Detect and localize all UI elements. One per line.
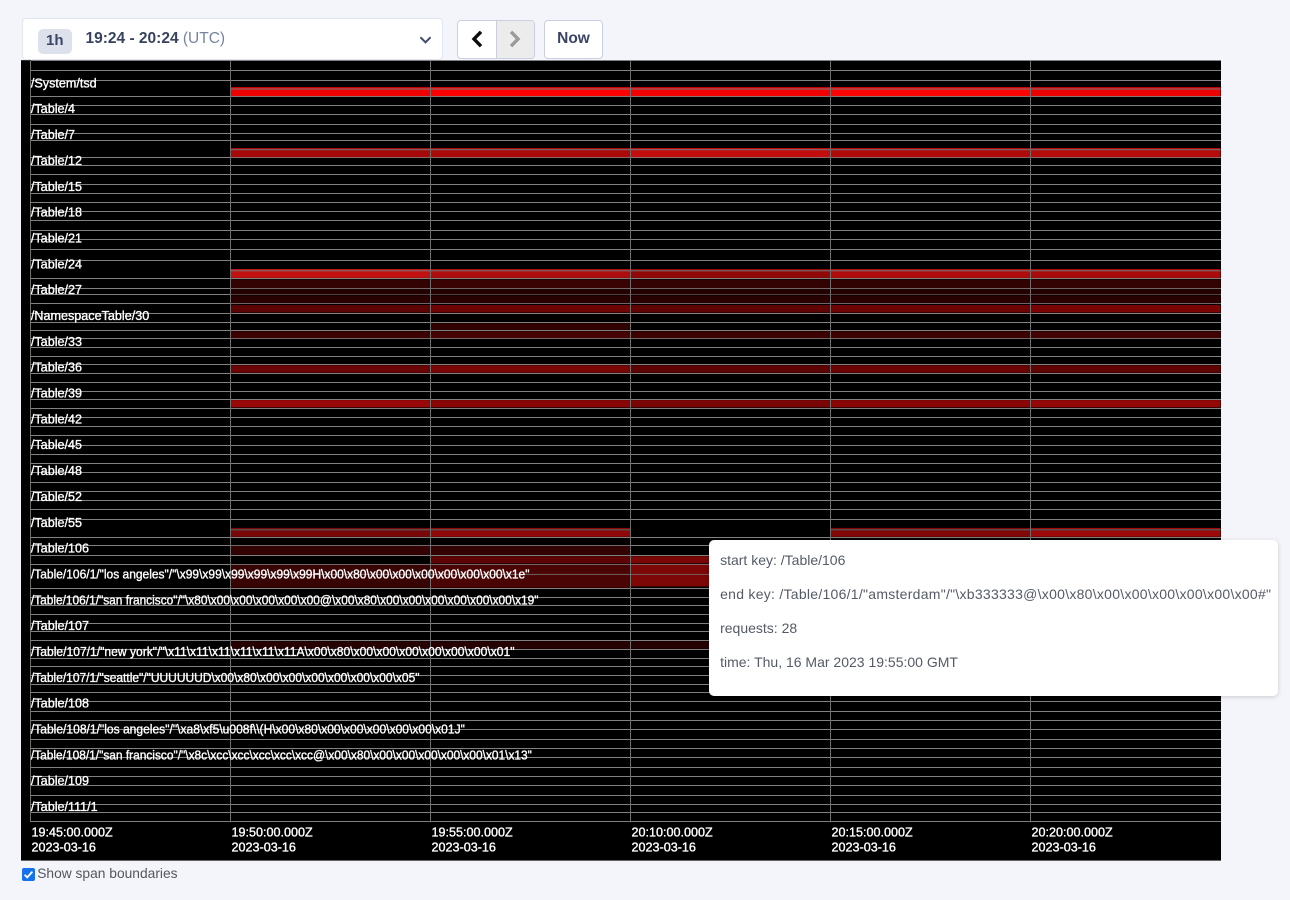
svg-text:/Table/52: /Table/52 bbox=[31, 490, 82, 504]
svg-text:/Table/4: /Table/4 bbox=[31, 102, 75, 116]
svg-text:/Table/45: /Table/45 bbox=[31, 438, 82, 452]
svg-text:19:45:00.000Z: 19:45:00.000Z bbox=[32, 826, 114, 840]
svg-text:/Table/108/1/"san francisco"/": /Table/108/1/"san francisco"/"\x8c\xcc\x… bbox=[31, 748, 532, 762]
svg-text:/System/tsd: /System/tsd bbox=[31, 76, 97, 90]
svg-text:2023-03-16: 2023-03-16 bbox=[232, 841, 296, 855]
svg-text:/Table/18: /Table/18 bbox=[31, 206, 82, 220]
svg-text:2023-03-16: 2023-03-16 bbox=[432, 841, 496, 855]
svg-text:2023-03-16: 2023-03-16 bbox=[632, 841, 696, 855]
svg-text:/Table/109: /Table/109 bbox=[31, 774, 89, 788]
svg-text:/Table/7: /Table/7 bbox=[31, 128, 75, 142]
svg-text:/Table/107: /Table/107 bbox=[31, 619, 89, 633]
svg-text:2023-03-16: 2023-03-16 bbox=[832, 841, 896, 855]
svg-text:/Table/107/1/"seattle"/"UUUUUU: /Table/107/1/"seattle"/"UUUUUUD\x00\x80\… bbox=[31, 671, 420, 685]
svg-text:/Table/33: /Table/33 bbox=[31, 335, 82, 349]
svg-text:/Table/21: /Table/21 bbox=[31, 232, 82, 246]
svg-text:/Table/15: /Table/15 bbox=[31, 180, 82, 194]
svg-text:/Table/106/1/"los angeles"/"\x: /Table/106/1/"los angeles"/"\x99\x99\x99… bbox=[31, 568, 530, 582]
svg-text:20:20:00.000Z: 20:20:00.000Z bbox=[1032, 826, 1114, 840]
svg-text:/Table/55: /Table/55 bbox=[31, 516, 82, 530]
svg-text:/Table/107/1/"new york"/"\x11\: /Table/107/1/"new york"/"\x11\x11\x11\x1… bbox=[31, 645, 515, 659]
svg-text:19:55:00.000Z: 19:55:00.000Z bbox=[432, 826, 514, 840]
svg-text:/Table/42: /Table/42 bbox=[31, 412, 82, 426]
svg-text:/Table/106: /Table/106 bbox=[31, 542, 89, 556]
svg-text:/Table/106/1/"san francisco"/": /Table/106/1/"san francisco"/"\x80\x00\x… bbox=[31, 593, 539, 607]
svg-text:/Table/12: /Table/12 bbox=[31, 154, 82, 168]
svg-text:/Table/39: /Table/39 bbox=[31, 387, 82, 401]
svg-text:/Table/27: /Table/27 bbox=[31, 283, 82, 297]
svg-text:20:15:00.000Z: 20:15:00.000Z bbox=[832, 826, 914, 840]
svg-text:2023-03-16: 2023-03-16 bbox=[1032, 841, 1096, 855]
svg-text:19:50:00.000Z: 19:50:00.000Z bbox=[232, 826, 314, 840]
svg-text:2023-03-16: 2023-03-16 bbox=[32, 841, 96, 855]
svg-text:/Table/111/1: /Table/111/1 bbox=[31, 800, 98, 814]
svg-text:/Table/108: /Table/108 bbox=[31, 697, 89, 711]
svg-text:/Table/48: /Table/48 bbox=[31, 464, 82, 478]
svg-text:/Table/36: /Table/36 bbox=[31, 361, 82, 375]
svg-text:20:10:00.000Z: 20:10:00.000Z bbox=[632, 826, 714, 840]
svg-text:/Table/108/1/"los angeles"/"\x: /Table/108/1/"los angeles"/"\xa8\xf5\u00… bbox=[31, 723, 465, 737]
svg-text:/NamespaceTable/30: /NamespaceTable/30 bbox=[31, 309, 149, 323]
svg-text:/Table/24: /Table/24 bbox=[31, 257, 82, 271]
